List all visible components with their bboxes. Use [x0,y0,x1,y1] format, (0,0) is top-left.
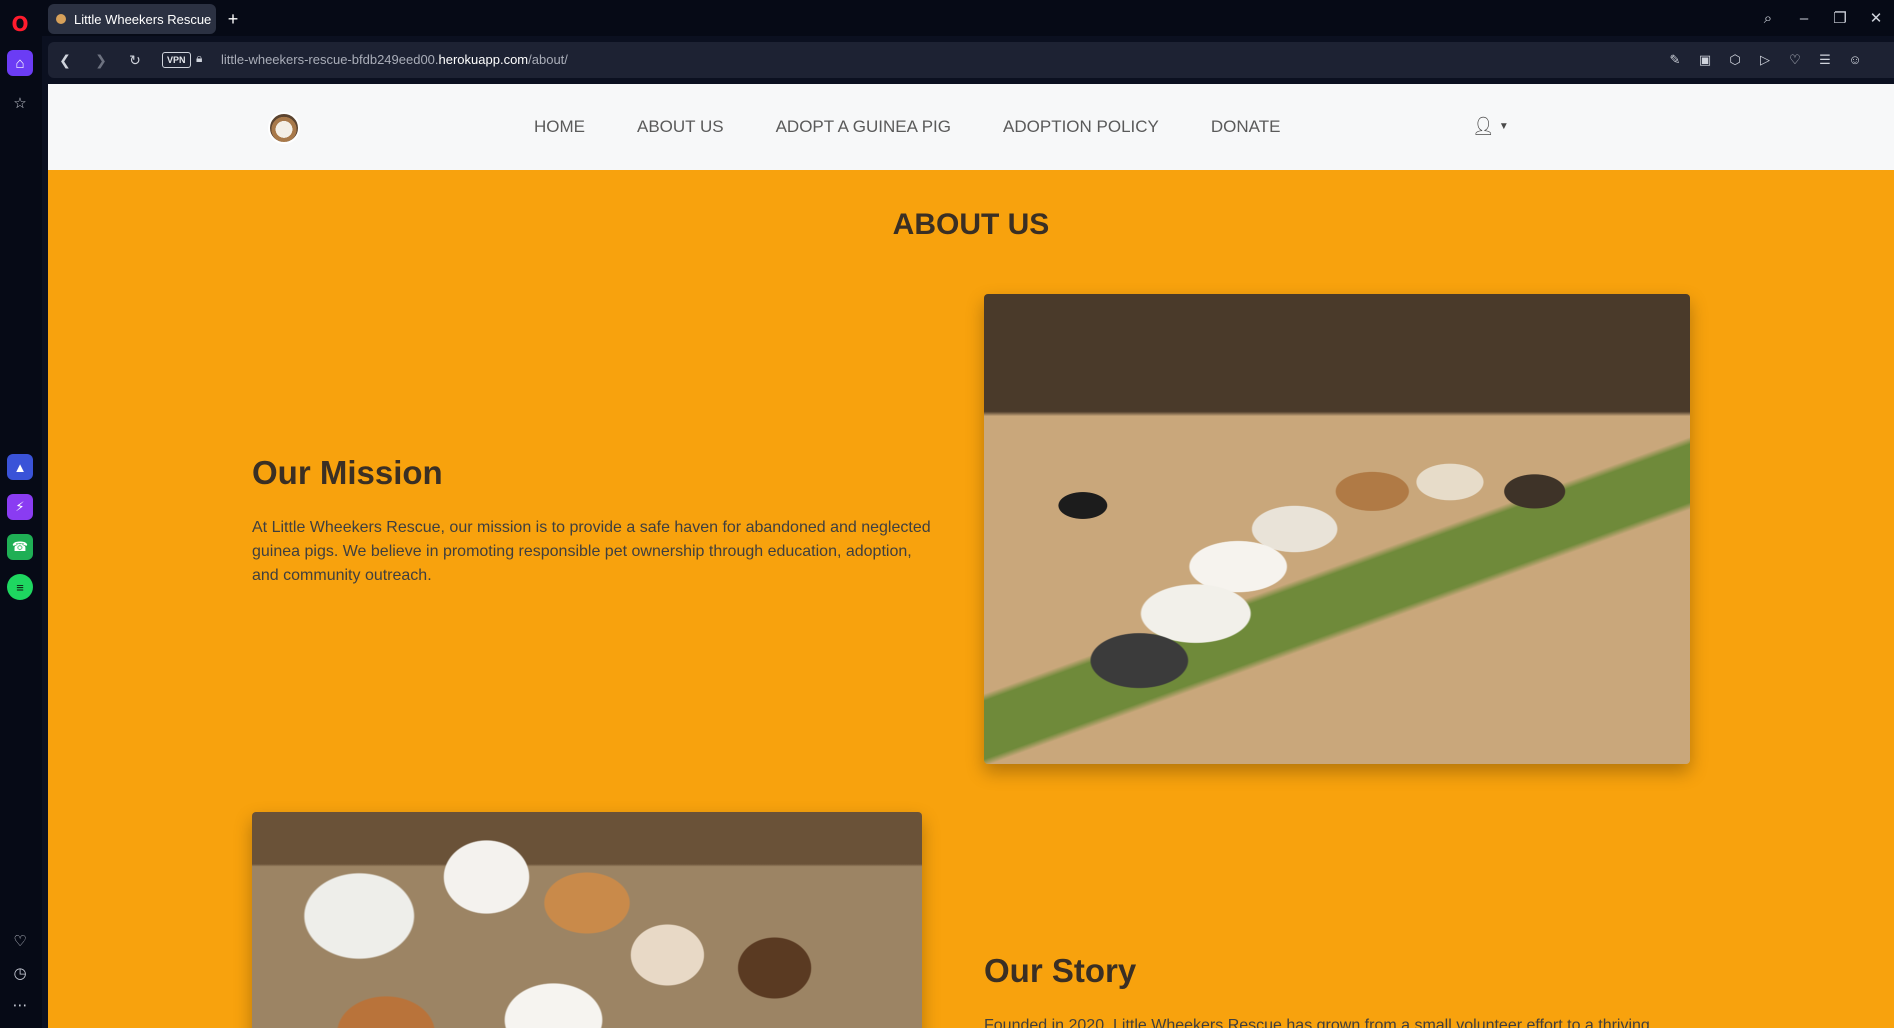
whatsapp-icon[interactable]: ☎ [7,534,33,560]
browser-sidebar: ⌂ ☆ ▲ ⚡ ☎ ≡ ♡ ◷ ⋯ [0,36,42,1028]
profile-icon[interactable]: ☺ [1846,51,1864,69]
nav-home[interactable]: HOME [534,117,585,137]
guinea-pigs-feeding-photo [984,294,1690,764]
favicon-icon [56,14,66,24]
star-icon[interactable]: ☆ [7,90,33,116]
url-host: herokuapp.com [438,52,529,67]
edit-icon[interactable]: ✎ [1666,51,1684,69]
restore-icon[interactable]: ❐ [1822,9,1858,27]
nav-links: HOME ABOUT US ADOPT A GUINEA PIG ADOPTIO… [534,84,1332,170]
opera-logo-icon[interactable]: O [8,12,32,36]
page-title: ABOUT US [892,208,1050,241]
guinea-pigs-group-photo [252,812,922,1028]
url-path: /about/ [528,52,568,67]
heart-icon[interactable]: ♡ [7,928,33,954]
url-field[interactable]: little-wheekers-rescue-bfdb249eed00.hero… [221,52,568,67]
spotify-icon[interactable]: ≡ [7,574,33,600]
new-tab-button[interactable]: + [222,8,244,30]
mission-text: At Little Wheekers Rescue, our mission i… [252,519,931,584]
shield-icon[interactable]: ⬡ [1726,51,1744,69]
minimize-icon[interactable]: – [1786,10,1822,27]
caret-down-icon: ▼ [1498,120,1509,132]
window-controls: ⌕ – ❐ ✕ [1750,0,1894,36]
address-bar: ❮ ❯ ↻ VPN 🔒︎ little-wheekers-rescue-bfdb… [48,42,1894,78]
play-icon[interactable]: ▷ [1756,51,1774,69]
nav-about[interactable]: ABOUT US [637,117,724,137]
reload-icon[interactable]: ↻ [126,51,144,69]
nav-donate[interactable]: DONATE [1211,117,1281,137]
nav-adoption-policy[interactable]: ADOPTION POLICY [1003,117,1159,137]
user-icon: 👤︎ [1472,115,1495,136]
forward-icon[interactable]: ❯ [92,51,110,69]
story-title: Our Story [984,952,1137,989]
site-logo[interactable] [268,112,300,144]
nav-adopt[interactable]: ADOPT A GUINEA PIG [776,117,951,137]
browser-tab[interactable]: Little Wheekers Rescue [48,4,216,34]
home-icon[interactable]: ⌂ [7,50,33,76]
search-icon[interactable]: ⌕ [1750,10,1786,27]
camera-icon[interactable]: ▣ [1696,51,1714,69]
history-icon[interactable]: ◷ [7,960,33,986]
aria-icon[interactable]: ▲ [7,454,33,480]
back-icon[interactable]: ❮ [56,51,74,69]
browser-toolbar: ✎ ▣ ⬡ ▷ ♡ ☰ ☺ [1666,51,1864,69]
more-icon[interactable]: ⋯ [7,992,33,1018]
tab-title: Little Wheekers Rescue [74,11,212,27]
story-text: Founded in 2020, Little Wheekers Rescue … [984,1017,1650,1028]
messenger-icon[interactable]: ⚡ [7,494,33,520]
mission-title: Our Mission [252,454,443,491]
url-prefix: little-wheekers-rescue-bfdb249eed00. [221,52,439,67]
user-menu[interactable]: 👤︎ ▼ [1472,115,1509,137]
menu-icon[interactable]: ☰ [1816,51,1834,69]
heart-icon[interactable]: ♡ [1786,51,1804,69]
site-navbar: HOME ABOUT US ADOPT A GUINEA PIG ADOPTIO… [48,84,1894,170]
lock-icon[interactable]: 🔒︎ [196,51,202,66]
page-viewport: HOME ABOUT US ADOPT A GUINEA PIG ADOPTIO… [48,84,1894,1028]
browser-titlebar: O Little Wheekers Rescue + ⌕ – ❐ ✕ [0,0,1894,36]
close-icon[interactable]: ✕ [1858,9,1894,27]
vpn-badge[interactable]: VPN [162,52,191,68]
